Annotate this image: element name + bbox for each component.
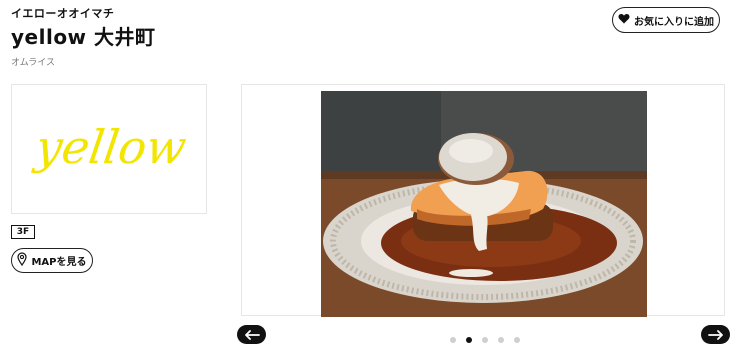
next-slide-button[interactable] bbox=[701, 325, 730, 344]
carousel-dot-4[interactable] bbox=[498, 337, 504, 343]
shop-title: yellow 大井町 bbox=[11, 25, 156, 49]
view-map-label: MAPを見る bbox=[31, 257, 87, 268]
carousel-photo[interactable] bbox=[321, 91, 647, 317]
carousel-pagination bbox=[450, 337, 520, 343]
view-map-button[interactable]: MAPを見る bbox=[11, 248, 93, 273]
shop-logo: yellow bbox=[11, 84, 207, 214]
add-favorite-label: お気に入りに追加 bbox=[634, 16, 714, 28]
arrow-left-icon bbox=[244, 325, 260, 344]
previous-slide-button[interactable] bbox=[237, 325, 266, 344]
shop-logo-text: yellow bbox=[30, 120, 189, 174]
shop-kana-name: イエローオオイマチ bbox=[11, 7, 115, 20]
carousel-dot-3[interactable] bbox=[482, 337, 488, 343]
shop-logo-wordmark: yellow bbox=[30, 120, 189, 174]
add-favorite-button[interactable]: お気に入りに追加 bbox=[612, 7, 720, 33]
carousel-dot-2[interactable] bbox=[466, 337, 472, 343]
map-pin-icon bbox=[17, 252, 28, 269]
photo-carousel bbox=[241, 84, 725, 317]
floor-badge: 3F bbox=[11, 225, 35, 239]
arrow-right-icon bbox=[707, 325, 724, 344]
carousel-dot-1[interactable] bbox=[450, 337, 456, 343]
heart-icon bbox=[618, 13, 630, 27]
shop-category: オムライス bbox=[11, 58, 56, 68]
carousel-dot-5[interactable] bbox=[514, 337, 520, 343]
